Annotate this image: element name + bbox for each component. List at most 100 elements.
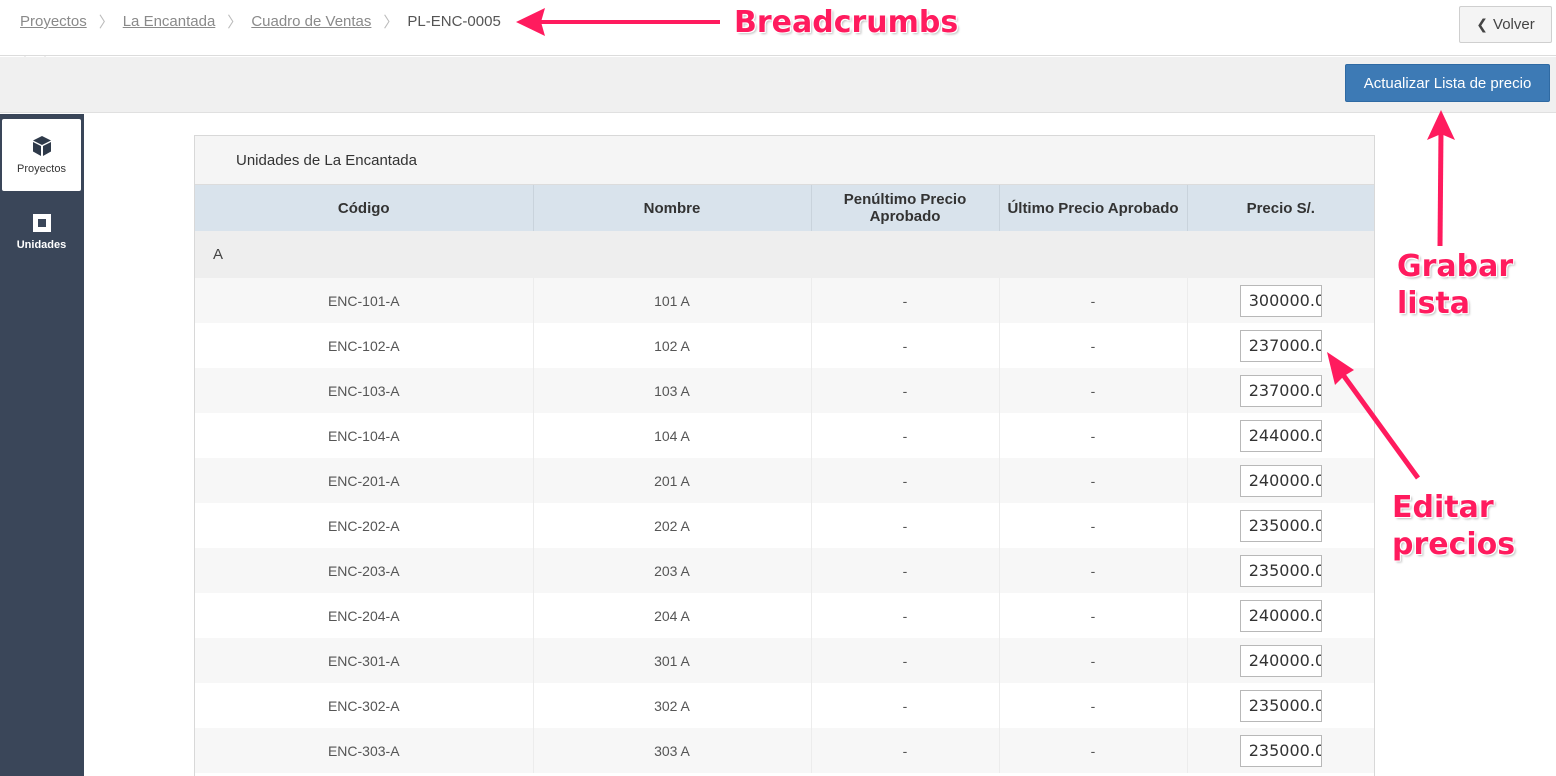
cell-ultimo-precio: -	[999, 548, 1188, 593]
price-input[interactable]	[1239, 419, 1322, 452]
column-header-codigo: Código	[195, 185, 534, 231]
table-row: ENC-101-A 101 A--	[195, 278, 1374, 323]
cell-ultimo-precio: -	[999, 323, 1188, 368]
breadcrumb-separator-icon: 〉	[227, 14, 243, 31]
sidebar-item-label: Unidades	[16, 239, 67, 251]
cell-codigo: ENC-302-A	[195, 683, 534, 728]
grabar-arrow	[1427, 110, 1455, 247]
cell-codigo: ENC-204-A	[195, 593, 534, 638]
toolbar: Actualizar Lista de precio	[0, 57, 1556, 113]
table-row: ENC-103-A 103 A--	[195, 368, 1374, 413]
units-panel: Unidades de La Encantada Código Nombre P…	[194, 135, 1375, 776]
column-header-penultimo-precio: Penúltimo Precio Aprobado	[811, 185, 1000, 231]
cell-nombre: 204 A	[533, 593, 812, 638]
price-input[interactable]	[1239, 329, 1322, 362]
sidebar-item-proyectos[interactable]: Proyectos	[2, 119, 81, 191]
cell-precio	[1187, 413, 1374, 458]
group-row: A	[195, 231, 1374, 278]
cell-ultimo-precio: -	[999, 638, 1188, 683]
cell-penultimo-precio: -	[811, 323, 1000, 368]
breadcrumb-separator-icon: 〉	[98, 14, 114, 31]
cell-nombre: 201 A	[533, 458, 812, 503]
back-button-label: Volver	[1493, 16, 1535, 33]
cell-ultimo-precio: -	[999, 278, 1188, 323]
breadcrumb-item-la-encantada[interactable]: La Encantada	[123, 13, 216, 30]
cell-precio	[1187, 323, 1374, 368]
price-input[interactable]	[1239, 509, 1322, 542]
cell-codigo: ENC-301-A	[195, 638, 534, 683]
cell-ultimo-precio: -	[999, 683, 1188, 728]
price-input[interactable]	[1239, 644, 1322, 677]
annotation-breadcrumbs: Breadcrumbs	[734, 5, 959, 40]
price-input[interactable]	[1239, 284, 1322, 317]
table-row: ENC-204-A 204 A--	[195, 593, 1374, 638]
units-table: Código Nombre Penúltimo Precio Aprobado …	[195, 185, 1374, 773]
cell-codigo: ENC-104-A	[195, 413, 534, 458]
cell-codigo: ENC-203-A	[195, 548, 534, 593]
price-input[interactable]	[1239, 734, 1322, 767]
cell-nombre: 303 A	[533, 728, 812, 773]
annotation-grabar-line2: lista	[1397, 286, 1471, 321]
table-row: ENC-201-A 201 A--	[195, 458, 1374, 503]
cell-precio	[1187, 593, 1374, 638]
update-price-list-button[interactable]: Actualizar Lista de precio	[1345, 64, 1550, 102]
cell-ultimo-precio: -	[999, 368, 1188, 413]
cell-codigo: ENC-201-A	[195, 458, 534, 503]
cell-codigo: ENC-103-A	[195, 368, 534, 413]
table-header-row: Código Nombre Penúltimo Precio Aprobado …	[195, 185, 1374, 231]
column-header-precio: Precio S/.	[1187, 185, 1374, 231]
breadcrumb: Proyectos 〉 La Encantada 〉 Cuadro de Ven…	[20, 11, 501, 32]
table-row: ENC-202-A 202 A--	[195, 503, 1374, 548]
cell-nombre: 302 A	[533, 683, 812, 728]
annotation-editar-line1: Editar	[1392, 490, 1494, 525]
price-input[interactable]	[1239, 554, 1322, 587]
cell-penultimo-precio: -	[811, 458, 1000, 503]
table-row: ENC-203-A 203 A--	[195, 548, 1374, 593]
column-header-ultimo-precio: Último Precio Aprobado	[999, 185, 1188, 231]
cell-nombre: 104 A	[533, 413, 812, 458]
sidebar-item-label: Proyectos	[17, 163, 66, 175]
cell-precio	[1187, 683, 1374, 728]
cell-penultimo-precio: -	[811, 503, 1000, 548]
sidebar: Proyectos Unidades	[0, 114, 84, 776]
cell-precio	[1187, 728, 1374, 773]
table-row: ENC-104-A 104 A--	[195, 413, 1374, 458]
breadcrumb-item-proyectos[interactable]: Proyectos	[20, 13, 87, 30]
cell-precio	[1187, 503, 1374, 548]
sidebar-item-unidades[interactable]: Unidades	[2, 196, 81, 268]
chevron-left-icon: ❮	[1476, 16, 1489, 32]
price-input[interactable]	[1239, 464, 1322, 497]
cell-nombre: 101 A	[533, 278, 812, 323]
cell-nombre: 301 A	[533, 638, 812, 683]
cell-precio	[1187, 638, 1374, 683]
price-input[interactable]	[1239, 599, 1322, 632]
cell-precio	[1187, 368, 1374, 413]
annotation-grabar-line1: Grabar	[1397, 249, 1514, 284]
back-button[interactable]: ❮ Volver	[1459, 6, 1552, 43]
price-input[interactable]	[1239, 689, 1322, 722]
cell-codigo: ENC-202-A	[195, 503, 534, 548]
cell-penultimo-precio: -	[811, 728, 1000, 773]
square-icon	[32, 214, 51, 232]
price-input[interactable]	[1239, 374, 1322, 407]
group-label: A	[195, 231, 1374, 278]
cell-nombre: 202 A	[533, 503, 812, 548]
cell-precio	[1187, 458, 1374, 503]
annotation-editar-line2: precios	[1392, 527, 1516, 562]
panel-title: Unidades de La Encantada	[195, 136, 1374, 185]
cell-ultimo-precio: -	[999, 458, 1188, 503]
cell-codigo: ENC-102-A	[195, 323, 534, 368]
cell-penultimo-precio: -	[811, 593, 1000, 638]
cell-penultimo-precio: -	[811, 638, 1000, 683]
cell-penultimo-precio: -	[811, 278, 1000, 323]
cell-precio	[1187, 278, 1374, 323]
breadcrumb-current: PL-ENC-0005	[407, 13, 501, 30]
table-row: ENC-303-A 303 A--	[195, 728, 1374, 773]
cell-nombre: 102 A	[533, 323, 812, 368]
cell-penultimo-precio: -	[811, 548, 1000, 593]
cell-ultimo-precio: -	[999, 728, 1188, 773]
breadcrumb-item-cuadro-de-ventas[interactable]: Cuadro de Ventas	[251, 13, 371, 30]
table-row: ENC-102-A 102 A--	[195, 323, 1374, 368]
cell-penultimo-precio: -	[811, 413, 1000, 458]
cell-ultimo-precio: -	[999, 593, 1188, 638]
